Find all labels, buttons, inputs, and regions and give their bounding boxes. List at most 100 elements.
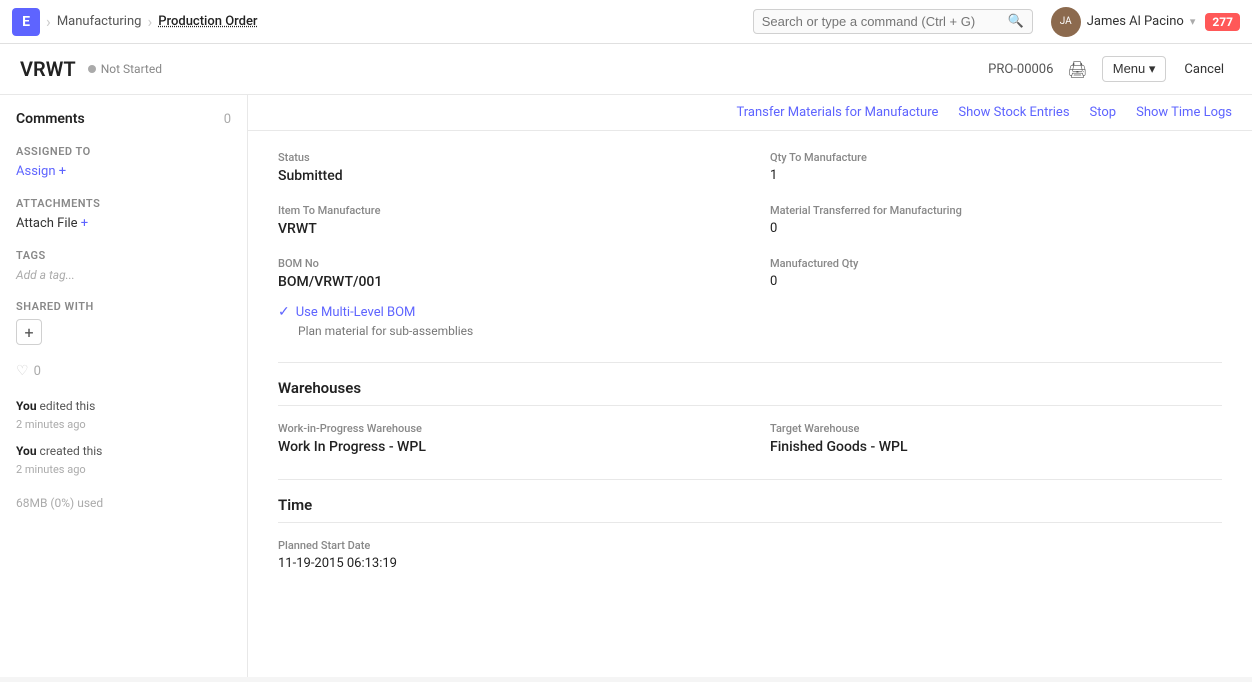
activity-time-1: 2 minutes ago (16, 418, 86, 431)
target-warehouse-field: Target Warehouse Finished Goods - WPL (770, 422, 1222, 455)
bom-field: BOM No BOM/VRWT/001 (278, 257, 730, 290)
activity-time-2: 2 minutes ago (16, 463, 86, 476)
menu-button[interactable]: Menu ▾ (1102, 56, 1167, 82)
show-time-logs-button[interactable]: Show Time Logs (1136, 105, 1232, 120)
planned-start-field: Planned Start Date 11-19-2015 06:13:19 (278, 539, 1222, 571)
bom-field-value: BOM/VRWT/001 (278, 274, 730, 290)
manufactured-qty-label: Manufactured Qty (770, 257, 1222, 270)
tag-input[interactable]: Add a tag... (16, 268, 231, 282)
time-title: Time (278, 496, 1222, 523)
wip-warehouse-label: Work-in-Progress Warehouse (278, 422, 730, 435)
notification-badge[interactable]: 277 (1205, 13, 1240, 31)
breadcrumb-sep-2: › (147, 12, 152, 31)
multilevel-bom-label[interactable]: Use Multi-Level BOM (296, 305, 416, 320)
activity-actor-1: You (16, 399, 37, 413)
divider-1 (278, 362, 1222, 363)
wip-warehouse-value: Work In Progress - WPL (278, 439, 730, 455)
qty-field: Qty To Manufacture 1 (770, 151, 1222, 184)
status-dot (88, 65, 96, 73)
submaterial-label: Plan material for sub-assemblies (298, 324, 1222, 338)
multilevel-check-icon: ✓ (278, 304, 290, 320)
divider-2 (278, 479, 1222, 480)
attachments-title: ATTACHMENTS (16, 197, 231, 210)
attach-file-button[interactable]: Attach File + (16, 216, 231, 231)
material-transferred-field: Material Transferred for Manufacturing 0 (770, 204, 1222, 237)
comments-label: Comments (16, 111, 85, 127)
comments-count: 0 (224, 112, 231, 127)
item-field: Item To Manufacture VRWT (278, 204, 730, 237)
planned-start-label: Planned Start Date (278, 539, 1222, 552)
sidebar-assigned-section: ASSIGNED TO Assign + (16, 145, 231, 179)
assign-button[interactable]: Assign + (16, 164, 231, 179)
activity-actor-2: You (16, 444, 37, 458)
comments-row: Comments 0 (16, 111, 231, 127)
shared-add-button[interactable]: + (16, 319, 42, 345)
shared-with-title: SHARED WITH (16, 300, 231, 313)
main-fields-section: Status Submitted Qty To Manufacture 1 It… (278, 151, 1222, 338)
content-area: Transfer Materials for Manufacture Show … (248, 95, 1252, 677)
time-section: Time Planned Start Date 11-19-2015 06:13… (278, 496, 1222, 571)
cancel-button[interactable]: Cancel (1176, 58, 1232, 81)
page-header-right: PRO-00006 🖨 Menu ▾ Cancel (988, 56, 1232, 82)
bom-field-label: BOM No (278, 257, 730, 270)
stop-button[interactable]: Stop (1090, 105, 1117, 120)
search-icon: 🔍 (1008, 14, 1024, 29)
main-form-grid: Status Submitted Qty To Manufacture 1 It… (278, 151, 1222, 290)
material-transferred-value: 0 (770, 221, 1222, 236)
qty-field-value: 1 (770, 168, 1222, 183)
qty-field-label: Qty To Manufacture (770, 151, 1222, 164)
page-title: VRWT (20, 57, 76, 81)
doc-id: PRO-00006 (988, 62, 1053, 77)
activity-action-2: created this (40, 444, 103, 458)
print-icon[interactable]: 🖨 (1063, 58, 1091, 81)
target-warehouse-value: Finished Goods - WPL (770, 439, 1222, 455)
brand-logo: E (12, 8, 40, 36)
attach-plus-icon: + (81, 216, 88, 231)
activity-item-2: You created this 2 minutes ago (16, 442, 231, 479)
sidebar-comments-section: Comments 0 (16, 111, 231, 127)
planned-start-value: 11-19-2015 06:13:19 (278, 556, 1222, 571)
user-menu[interactable]: JA James Al Pacino ▾ (1051, 7, 1196, 37)
breadcrumb-manufacturing[interactable]: Manufacturing (57, 14, 142, 29)
likes-row: ♡ 0 (16, 363, 231, 379)
search-bar[interactable]: 🔍 (753, 9, 1033, 34)
show-stock-entries-button[interactable]: Show Stock Entries (958, 105, 1069, 120)
page-header: VRWT Not Started PRO-00006 🖨 Menu ▾ Canc… (0, 44, 1252, 95)
sidebar-attachments-section: ATTACHMENTS Attach File + (16, 197, 231, 231)
transfer-materials-button[interactable]: Transfer Materials for Manufacture (736, 105, 938, 120)
manufactured-qty-value: 0 (770, 274, 1222, 289)
status-label: Not Started (101, 62, 162, 76)
tags-title: TAGS (16, 249, 231, 262)
status-field: Status Submitted (278, 151, 730, 184)
warehouses-grid: Work-in-Progress Warehouse Work In Progr… (278, 422, 1222, 455)
navbar: E › Manufacturing › Production Order 🔍 J… (0, 0, 1252, 44)
warehouses-section: Warehouses Work-in-Progress Warehouse Wo… (278, 379, 1222, 455)
main-layout: Comments 0 ASSIGNED TO Assign + ATTACHME… (0, 95, 1252, 677)
storage-info: 68MB (0%) used (16, 496, 231, 510)
sidebar: Comments 0 ASSIGNED TO Assign + ATTACHME… (0, 95, 248, 677)
assigned-to-title: ASSIGNED TO (16, 145, 231, 158)
activity-item-1: You edited this 2 minutes ago (16, 397, 231, 434)
heart-icon[interactable]: ♡ (16, 363, 29, 379)
target-warehouse-label: Target Warehouse (770, 422, 1222, 435)
activity-action-1: edited this (40, 399, 96, 413)
form-content: Status Submitted Qty To Manufacture 1 It… (248, 131, 1252, 615)
item-field-value: VRWT (278, 221, 730, 237)
avatar: JA (1051, 7, 1081, 37)
wip-warehouse-field: Work-in-Progress Warehouse Work In Progr… (278, 422, 730, 455)
multilevel-bom-row: ✓ Use Multi-Level BOM (278, 304, 1222, 320)
shared-plus-icon: + (24, 323, 33, 342)
assign-plus-icon: + (59, 164, 66, 179)
navbar-right: JA James Al Pacino ▾ 277 (1051, 7, 1240, 37)
search-input[interactable] (762, 14, 1002, 29)
breadcrumb-production-order[interactable]: Production Order (158, 14, 257, 29)
user-name: James Al Pacino (1087, 14, 1184, 29)
action-bar: Transfer Materials for Manufacture Show … (248, 95, 1252, 131)
sidebar-activity: You edited this 2 minutes ago You create… (16, 397, 231, 478)
status-field-label: Status (278, 151, 730, 164)
likes-count: 0 (34, 364, 41, 379)
status-field-value: Submitted (278, 168, 730, 184)
status-badge: Not Started (88, 62, 162, 76)
user-menu-chevron: ▾ (1190, 15, 1196, 28)
sidebar-tags-section: TAGS Add a tag... (16, 249, 231, 282)
